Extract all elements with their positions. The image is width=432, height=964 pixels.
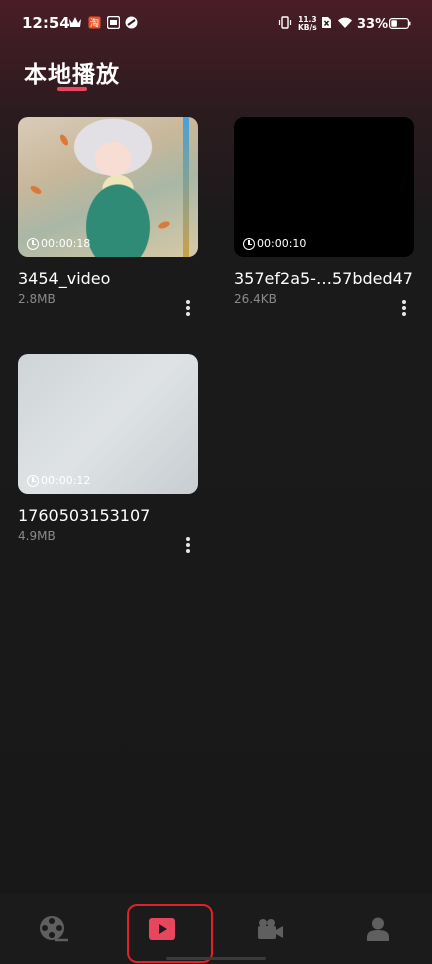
svg-text:淘: 淘 [90,17,99,29]
clock-icon [27,474,39,487]
thumbnail-decoration [29,184,43,196]
vibrate-icon [278,16,292,29]
video-title: 1760503153107 [18,506,151,525]
network-speed-unit: KB/s [298,23,317,32]
page-title: 本地播放 [24,62,120,88]
person-icon [367,917,389,941]
crown-icon [68,16,82,28]
video-file-size: 2.8MB [18,292,56,306]
more-options-button[interactable] [178,534,198,556]
video-thumbnail[interactable]: 00:00:12 [18,354,198,494]
more-vertical-icon [186,300,190,304]
thumbnail-decoration [58,133,70,147]
video-file-size: 26.4KB [234,292,277,306]
battery-percent: 33% [357,17,389,32]
video-duration: 00:00:18 [27,237,90,250]
video-file-size: 4.9MB [18,529,56,543]
nav-item-films[interactable] [0,893,108,964]
home-indicator[interactable] [166,957,266,960]
selection-highlight [127,904,213,963]
video-card[interactable]: 00:00:18 3454_video 2.8MB [18,117,198,316]
film-reel-icon [39,915,69,943]
network-speed: 11.3 KB/s [298,16,317,32]
app-notification-icon [107,16,120,29]
video-duration-text: 00:00:12 [41,474,91,487]
wifi-icon [337,16,353,29]
video-title: 3454_video [18,269,111,288]
video-card[interactable]: 00:00:10 357ef2a5-…57bded47 26.4KB [234,117,414,316]
video-title: 357ef2a5-…57bded47 [234,269,413,288]
battery-icon [389,18,411,29]
status-bar: 12:54 淘 11.3 KB/s 33% [0,0,432,52]
app-notification-icon: 淘 [88,16,101,29]
more-options-button[interactable] [178,297,198,319]
clock-icon [243,237,255,250]
video-duration: 00:00:10 [243,237,306,250]
app-notification-icon [125,16,138,29]
no-sim-icon [321,16,332,29]
clock-icon [27,237,39,250]
video-thumbnail[interactable]: 00:00:18 [18,117,198,257]
video-duration-text: 00:00:10 [257,237,307,250]
video-duration: 00:00:12 [27,474,90,487]
nav-item-profile[interactable] [324,893,432,964]
video-card[interactable]: 00:00:12 1760503153107 4.9MB [18,354,198,553]
more-vertical-icon [186,537,190,541]
thumbnail-decoration [183,117,189,257]
video-duration-text: 00:00:18 [41,237,91,250]
status-time: 12:54 [22,14,70,32]
more-options-button[interactable] [394,297,414,319]
more-vertical-icon [402,300,406,304]
bottom-navigation [0,893,432,964]
video-camera-icon [256,918,284,940]
video-thumbnail[interactable]: 00:00:10 [234,117,414,257]
thumbnail-decoration [157,220,171,230]
nav-item-camera[interactable] [216,893,324,964]
tab-indicator [57,87,87,91]
